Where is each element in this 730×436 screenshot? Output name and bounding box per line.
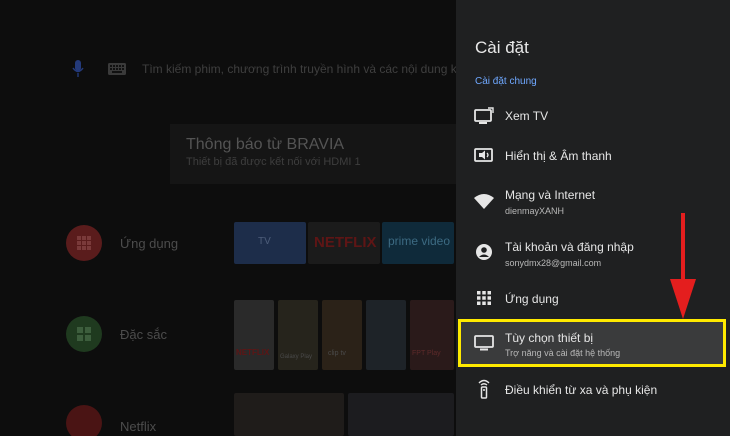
keyboard-icon[interactable] [108, 56, 126, 82]
item-label: Tùy chọn thiết bị [505, 331, 594, 345]
notification-title: Thông báo từ BRAVIA [186, 136, 345, 153]
apps-row-icon[interactable] [66, 225, 102, 261]
panel-title: Cài đặt [475, 38, 529, 57]
netflix-row-icon[interactable] [66, 405, 102, 436]
tv-input-icon [473, 105, 495, 127]
search-placeholder: Tìm kiếm phim, chương trình truyền hình … [142, 62, 456, 76]
row-label-netflix: Netflix [120, 419, 157, 434]
item-label: Hiển thị & Âm thanh [505, 149, 612, 163]
netflix-tile[interactable]: NETFLIX [308, 222, 380, 264]
annotation-arrow-icon [670, 213, 696, 319]
item-subtitle: Trợ năng và cài đặt hệ thống [505, 348, 621, 358]
item-subtitle: sonydmx28@gmail.com [505, 258, 602, 268]
prime-video-tile[interactable]: prime video [382, 222, 454, 264]
account-icon [473, 241, 495, 263]
row-label-featured: Đặc sắc [120, 327, 167, 342]
item-label: Tài khoản và đăng nhập [505, 240, 634, 254]
row-label-apps: Ứng dụng [120, 236, 179, 251]
monitor-icon [473, 332, 495, 354]
featured-tile-1[interactable]: NETFLIX [234, 300, 274, 370]
notification-message: Thiết bị đã được kết nối với HDMI 1 [186, 156, 361, 168]
apps-grid-icon [473, 287, 495, 309]
item-label: Điều khiển từ xa và phụ kiện [505, 383, 658, 397]
tv-tile[interactable]: TV [234, 222, 306, 264]
settings-item-remotes[interactable]: Điều khiển từ xa và phụ kiện [456, 366, 730, 412]
item-label: Mạng và Internet [505, 188, 596, 202]
item-subtitle: dienmayXANH [505, 206, 565, 216]
remote-icon [473, 378, 495, 400]
wifi-icon [473, 190, 495, 212]
settings-item-device-preferences[interactable]: Tùy chọn thiết bị Trợ năng và cài đặt hệ… [458, 319, 726, 367]
home-screen-background: Tìm kiếm phim, chương trình truyền hình … [0, 0, 456, 436]
settings-item-display-sound[interactable]: Hiển thị & Âm thanh [456, 133, 730, 179]
notification-card[interactable]: Thông báo từ BRAVIA Thiết bị đã được kết… [170, 124, 456, 184]
display-sound-icon [473, 145, 495, 167]
featured-tile-3[interactable]: clip tv [322, 300, 362, 370]
featured-tile-5[interactable]: FPT Play [410, 300, 454, 370]
netflix-content-tile-2[interactable] [348, 393, 454, 436]
item-label: Xem TV [505, 109, 549, 123]
featured-tile-2[interactable]: Galaxy Play [278, 300, 318, 370]
netflix-content-tile-1[interactable] [234, 393, 344, 436]
search-bar[interactable]: Tìm kiếm phim, chương trình truyền hình … [68, 54, 456, 84]
microphone-icon[interactable] [72, 56, 84, 82]
featured-tile-4[interactable] [366, 300, 406, 370]
item-label: Ứng dụng [505, 292, 559, 306]
featured-row-icon[interactable] [66, 316, 102, 352]
section-header: Cài đặt chung [475, 76, 537, 87]
